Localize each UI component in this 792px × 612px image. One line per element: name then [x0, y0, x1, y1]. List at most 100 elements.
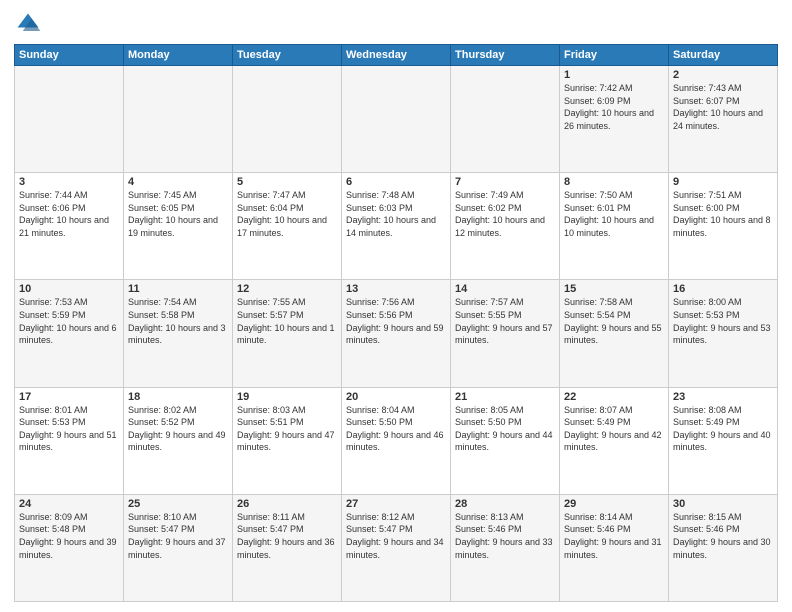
day-info: Sunrise: 8:09 AM Sunset: 5:48 PM Dayligh…: [19, 511, 119, 561]
day-number: 4: [128, 176, 228, 188]
day-number: 29: [564, 498, 664, 510]
day-info: Sunrise: 8:10 AM Sunset: 5:47 PM Dayligh…: [128, 511, 228, 561]
calendar-cell: 7Sunrise: 7:49 AM Sunset: 6:02 PM Daylig…: [451, 173, 560, 280]
calendar-table: SundayMondayTuesdayWednesdayThursdayFrid…: [14, 44, 778, 602]
calendar-cell: 6Sunrise: 7:48 AM Sunset: 6:03 PM Daylig…: [342, 173, 451, 280]
day-info: Sunrise: 7:55 AM Sunset: 5:57 PM Dayligh…: [237, 296, 337, 346]
calendar-cell: 5Sunrise: 7:47 AM Sunset: 6:04 PM Daylig…: [233, 173, 342, 280]
day-info: Sunrise: 7:44 AM Sunset: 6:06 PM Dayligh…: [19, 189, 119, 239]
calendar-cell: 10Sunrise: 7:53 AM Sunset: 5:59 PM Dayli…: [15, 280, 124, 387]
logo: [14, 10, 46, 38]
weekday-header-row: SundayMondayTuesdayWednesdayThursdayFrid…: [15, 45, 778, 66]
day-info: Sunrise: 8:14 AM Sunset: 5:46 PM Dayligh…: [564, 511, 664, 561]
calendar-cell: 20Sunrise: 8:04 AM Sunset: 5:50 PM Dayli…: [342, 387, 451, 494]
day-info: Sunrise: 8:11 AM Sunset: 5:47 PM Dayligh…: [237, 511, 337, 561]
calendar-cell: 26Sunrise: 8:11 AM Sunset: 5:47 PM Dayli…: [233, 494, 342, 601]
day-info: Sunrise: 8:04 AM Sunset: 5:50 PM Dayligh…: [346, 404, 446, 454]
weekday-header-wednesday: Wednesday: [342, 45, 451, 66]
day-number: 3: [19, 176, 119, 188]
day-info: Sunrise: 7:53 AM Sunset: 5:59 PM Dayligh…: [19, 296, 119, 346]
day-info: Sunrise: 8:07 AM Sunset: 5:49 PM Dayligh…: [564, 404, 664, 454]
day-number: 20: [346, 391, 446, 403]
day-number: 9: [673, 176, 773, 188]
calendar-cell: 17Sunrise: 8:01 AM Sunset: 5:53 PM Dayli…: [15, 387, 124, 494]
calendar-cell: 9Sunrise: 7:51 AM Sunset: 6:00 PM Daylig…: [669, 173, 778, 280]
day-info: Sunrise: 8:03 AM Sunset: 5:51 PM Dayligh…: [237, 404, 337, 454]
page: SundayMondayTuesdayWednesdayThursdayFrid…: [0, 0, 792, 612]
header: [14, 10, 778, 38]
day-number: 6: [346, 176, 446, 188]
calendar-cell: 15Sunrise: 7:58 AM Sunset: 5:54 PM Dayli…: [560, 280, 669, 387]
calendar-cell: 14Sunrise: 7:57 AM Sunset: 5:55 PM Dayli…: [451, 280, 560, 387]
day-number: 2: [673, 69, 773, 81]
calendar-cell: [342, 66, 451, 173]
calendar-cell: 4Sunrise: 7:45 AM Sunset: 6:05 PM Daylig…: [124, 173, 233, 280]
day-info: Sunrise: 8:05 AM Sunset: 5:50 PM Dayligh…: [455, 404, 555, 454]
calendar-cell: [15, 66, 124, 173]
day-number: 5: [237, 176, 337, 188]
day-info: Sunrise: 7:48 AM Sunset: 6:03 PM Dayligh…: [346, 189, 446, 239]
weekday-header-thursday: Thursday: [451, 45, 560, 66]
day-number: 17: [19, 391, 119, 403]
calendar-cell: 8Sunrise: 7:50 AM Sunset: 6:01 PM Daylig…: [560, 173, 669, 280]
calendar-cell: 19Sunrise: 8:03 AM Sunset: 5:51 PM Dayli…: [233, 387, 342, 494]
day-info: Sunrise: 8:13 AM Sunset: 5:46 PM Dayligh…: [455, 511, 555, 561]
calendar-cell: 11Sunrise: 7:54 AM Sunset: 5:58 PM Dayli…: [124, 280, 233, 387]
day-info: Sunrise: 8:02 AM Sunset: 5:52 PM Dayligh…: [128, 404, 228, 454]
week-row-1: 1Sunrise: 7:42 AM Sunset: 6:09 PM Daylig…: [15, 66, 778, 173]
calendar-cell: 24Sunrise: 8:09 AM Sunset: 5:48 PM Dayli…: [15, 494, 124, 601]
calendar-cell: 29Sunrise: 8:14 AM Sunset: 5:46 PM Dayli…: [560, 494, 669, 601]
weekday-header-monday: Monday: [124, 45, 233, 66]
weekday-header-tuesday: Tuesday: [233, 45, 342, 66]
week-row-2: 3Sunrise: 7:44 AM Sunset: 6:06 PM Daylig…: [15, 173, 778, 280]
calendar-cell: 22Sunrise: 8:07 AM Sunset: 5:49 PM Dayli…: [560, 387, 669, 494]
day-info: Sunrise: 8:08 AM Sunset: 5:49 PM Dayligh…: [673, 404, 773, 454]
day-info: Sunrise: 7:51 AM Sunset: 6:00 PM Dayligh…: [673, 189, 773, 239]
day-number: 14: [455, 283, 555, 295]
day-info: Sunrise: 8:01 AM Sunset: 5:53 PM Dayligh…: [19, 404, 119, 454]
week-row-3: 10Sunrise: 7:53 AM Sunset: 5:59 PM Dayli…: [15, 280, 778, 387]
calendar-cell: 21Sunrise: 8:05 AM Sunset: 5:50 PM Dayli…: [451, 387, 560, 494]
calendar-cell: 13Sunrise: 7:56 AM Sunset: 5:56 PM Dayli…: [342, 280, 451, 387]
day-number: 30: [673, 498, 773, 510]
day-number: 24: [19, 498, 119, 510]
day-info: Sunrise: 7:43 AM Sunset: 6:07 PM Dayligh…: [673, 82, 773, 132]
calendar-cell: 16Sunrise: 8:00 AM Sunset: 5:53 PM Dayli…: [669, 280, 778, 387]
day-number: 12: [237, 283, 337, 295]
day-info: Sunrise: 7:57 AM Sunset: 5:55 PM Dayligh…: [455, 296, 555, 346]
day-number: 8: [564, 176, 664, 188]
logo-icon: [14, 10, 42, 38]
week-row-4: 17Sunrise: 8:01 AM Sunset: 5:53 PM Dayli…: [15, 387, 778, 494]
calendar-cell: 27Sunrise: 8:12 AM Sunset: 5:47 PM Dayli…: [342, 494, 451, 601]
calendar-cell: 25Sunrise: 8:10 AM Sunset: 5:47 PM Dayli…: [124, 494, 233, 601]
calendar-cell: 28Sunrise: 8:13 AM Sunset: 5:46 PM Dayli…: [451, 494, 560, 601]
week-row-5: 24Sunrise: 8:09 AM Sunset: 5:48 PM Dayli…: [15, 494, 778, 601]
day-number: 22: [564, 391, 664, 403]
day-info: Sunrise: 7:50 AM Sunset: 6:01 PM Dayligh…: [564, 189, 664, 239]
day-number: 10: [19, 283, 119, 295]
day-info: Sunrise: 8:00 AM Sunset: 5:53 PM Dayligh…: [673, 296, 773, 346]
day-number: 19: [237, 391, 337, 403]
calendar-cell: [233, 66, 342, 173]
day-number: 28: [455, 498, 555, 510]
calendar-cell: 18Sunrise: 8:02 AM Sunset: 5:52 PM Dayli…: [124, 387, 233, 494]
calendar-cell: 12Sunrise: 7:55 AM Sunset: 5:57 PM Dayli…: [233, 280, 342, 387]
calendar-cell: 23Sunrise: 8:08 AM Sunset: 5:49 PM Dayli…: [669, 387, 778, 494]
calendar-cell: [451, 66, 560, 173]
day-info: Sunrise: 7:47 AM Sunset: 6:04 PM Dayligh…: [237, 189, 337, 239]
day-info: Sunrise: 8:12 AM Sunset: 5:47 PM Dayligh…: [346, 511, 446, 561]
weekday-header-saturday: Saturday: [669, 45, 778, 66]
calendar-cell: 1Sunrise: 7:42 AM Sunset: 6:09 PM Daylig…: [560, 66, 669, 173]
calendar-cell: 30Sunrise: 8:15 AM Sunset: 5:46 PM Dayli…: [669, 494, 778, 601]
day-number: 7: [455, 176, 555, 188]
day-number: 15: [564, 283, 664, 295]
day-number: 18: [128, 391, 228, 403]
day-number: 21: [455, 391, 555, 403]
day-info: Sunrise: 8:15 AM Sunset: 5:46 PM Dayligh…: [673, 511, 773, 561]
day-info: Sunrise: 7:49 AM Sunset: 6:02 PM Dayligh…: [455, 189, 555, 239]
day-info: Sunrise: 7:58 AM Sunset: 5:54 PM Dayligh…: [564, 296, 664, 346]
day-number: 27: [346, 498, 446, 510]
day-number: 26: [237, 498, 337, 510]
calendar-cell: 3Sunrise: 7:44 AM Sunset: 6:06 PM Daylig…: [15, 173, 124, 280]
day-info: Sunrise: 7:54 AM Sunset: 5:58 PM Dayligh…: [128, 296, 228, 346]
